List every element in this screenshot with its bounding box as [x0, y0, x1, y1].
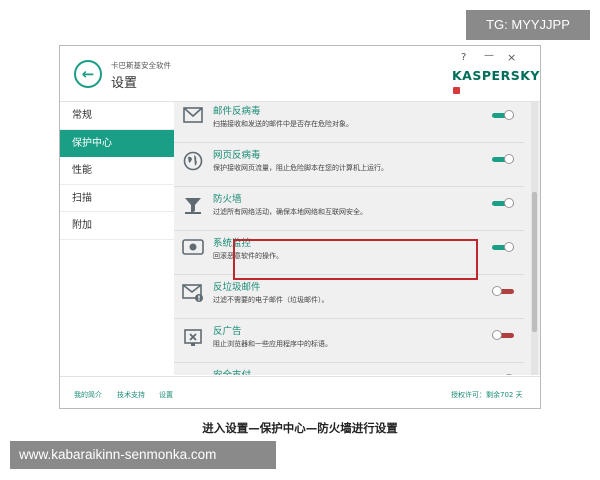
component-title: 反垃圾邮件: [213, 282, 261, 293]
sidebar-item-performance[interactable]: 性能: [60, 157, 174, 185]
license-status[interactable]: 授权许可：剩余702 天: [451, 390, 523, 400]
sidebar: 常规 保护中心 性能 扫描 附加: [60, 101, 174, 376]
funnel-icon: [182, 195, 204, 217]
kaspersky-logo: KASPERSKY: [452, 68, 540, 98]
spam-mail-icon: [182, 283, 204, 305]
globe-icon: [182, 151, 204, 173]
footer-link-support[interactable]: 技术支持: [117, 390, 145, 400]
mail-icon: [182, 107, 204, 129]
anti-banner-toggle[interactable]: [492, 330, 514, 341]
component-title: 网页反病毒: [213, 150, 261, 161]
component-desc: 扫描接收和发送的邮件中是否存在危险对象。: [213, 120, 353, 128]
back-button[interactable]: ←: [74, 60, 102, 88]
component-title: 邮件反病毒: [213, 106, 261, 117]
component-title: 安全支付: [213, 367, 251, 375]
settings-window: ← 卡巴斯基安全软件 设置 ? — × KASPERSKY 常规 保护中心 性能…: [59, 45, 541, 409]
list-scrollbar[interactable]: [531, 102, 538, 375]
component-title: 防火墙: [213, 194, 242, 205]
window-header: ← 卡巴斯基安全软件 设置 ? — × KASPERSKY: [60, 46, 540, 101]
list-item-web-antivirus[interactable]: 网页反病毒 保护接收网页流量，阻止危险脚本在您的计算机上运行。: [174, 143, 532, 187]
footer-link-settings[interactable]: 设置: [159, 390, 173, 400]
window-footer: 我的简介 技术支持 设置 授权许可：剩余702 天: [60, 376, 540, 408]
firewall-highlight-box: [233, 239, 478, 280]
component-desc: 过滤不需要的电子邮件（垃圾邮件）。: [213, 296, 329, 304]
firewall-toggle[interactable]: [492, 198, 514, 209]
component-desc: 过滤所有网络活动，确保本地网络和互联网安全。: [213, 208, 367, 216]
logo-badge-icon: [453, 87, 460, 94]
eye-icon: [182, 239, 204, 261]
sidebar-item-scan[interactable]: 扫描: [60, 185, 174, 212]
scrollbar-thumb[interactable]: [532, 192, 537, 332]
system-watcher-toggle[interactable]: [492, 242, 514, 253]
page-title: 设置: [111, 76, 138, 91]
sidebar-item-additional[interactable]: 附加: [60, 212, 174, 240]
minimize-button[interactable]: —: [484, 50, 494, 61]
list-item-mail-antivirus[interactable]: 邮件反病毒 扫描接收和发送的邮件中是否存在危险对象。: [174, 102, 532, 143]
payment-icon: [182, 371, 204, 375]
watermark-top: TG: MYYJJPP: [466, 10, 590, 40]
sidebar-item-protection-center[interactable]: 保护中心: [60, 129, 174, 157]
sidebar-item-general[interactable]: 常规: [60, 102, 174, 130]
component-title: 反广告: [213, 326, 242, 337]
list-item-anti-banner[interactable]: 反广告 阻止浏览器和一些应用程序中的标语。: [174, 319, 532, 363]
help-button[interactable]: ?: [461, 52, 466, 63]
web-antivirus-toggle[interactable]: [492, 154, 514, 165]
app-name: 卡巴斯基安全软件: [111, 61, 171, 70]
anti-spam-toggle[interactable]: [492, 286, 514, 297]
watermark-bottom: www.kabaraikinn-senmonka.com: [10, 441, 276, 469]
list-item-firewall[interactable]: 防火墙 过滤所有网络活动，确保本地网络和互联网安全。: [174, 187, 532, 231]
close-button[interactable]: ×: [507, 51, 516, 64]
screenshot: TG: MYYJJPP ← 卡巴斯基安全软件 设置 ? — × KASPERSK…: [0, 0, 600, 480]
list-item-safe-money[interactable]: 安全支付: [174, 363, 532, 375]
component-desc: 保护接收网页流量，阻止危险脚本在您的计算机上运行。: [213, 164, 388, 172]
arrow-left-icon: ←: [81, 65, 95, 83]
ad-block-icon: [182, 327, 204, 349]
mail-antivirus-toggle[interactable]: [492, 110, 514, 121]
component-desc: 阻止浏览器和一些应用程序中的标语。: [213, 340, 332, 348]
list-item-anti-spam[interactable]: 反垃圾邮件 过滤不需要的电子邮件（垃圾邮件）。: [174, 275, 532, 319]
protection-components-list: 邮件反病毒 扫描接收和发送的邮件中是否存在危险对象。 网页反病毒 保护接收网页流…: [174, 101, 540, 375]
footer-link-profile[interactable]: 我的简介: [74, 390, 102, 400]
image-caption: 进入设置—保护中心—防火墙进行设置: [202, 421, 398, 435]
logo-text: KASPERSKY: [452, 68, 540, 83]
